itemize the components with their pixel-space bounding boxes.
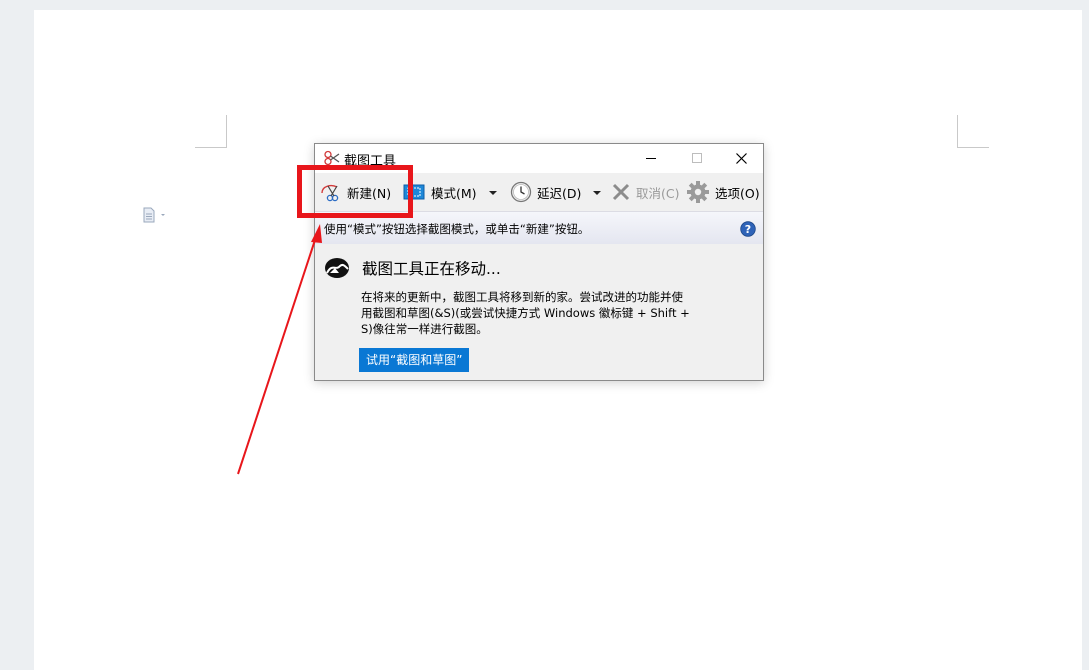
close-icon: [736, 153, 747, 164]
options-label: 选项(O): [715, 185, 760, 201]
clock-icon: [510, 181, 532, 203]
cancel-button[interactable]: 取消(C): [611, 179, 679, 205]
close-x-icon: [612, 183, 630, 201]
info-text: 使用“模式”按钮选择截图模式，或单击“新建”按钮。: [324, 222, 590, 236]
gear-icon: [687, 181, 709, 203]
minimize-button[interactable]: [629, 144, 674, 173]
notice-line: 在将来的更新中，截图工具将移到新的家。尝试改进的功能并使: [361, 290, 683, 304]
delay-button[interactable]: 延迟(D): [510, 179, 581, 205]
minimize-icon: [646, 158, 656, 159]
svg-text:?: ?: [745, 223, 751, 236]
highlight-box: [297, 165, 413, 218]
notice-heading: 截图工具正在移动...: [362, 260, 501, 278]
notice-paragraph: 在将来的更新中，截图工具将移到新的家。尝试改进的功能并使 用截图和草图(&S)(…: [361, 289, 721, 337]
help-icon[interactable]: ?: [740, 221, 756, 237]
notice-line: 用截图和草图(&S)(或尝试快捷方式 Windows 徽标键 + Shift +: [361, 306, 690, 320]
notice-panel: 截图工具正在移动... 在将来的更新中，截图工具将移到新的家。尝试改进的功能并使…: [315, 244, 763, 380]
cancel-label: 取消(C): [636, 185, 680, 201]
scissors-icon: [324, 150, 340, 166]
margin-corner-left: [195, 115, 227, 148]
options-button[interactable]: 选项(O): [686, 179, 760, 205]
margin-corner-right: [957, 115, 989, 148]
maximize-button[interactable]: [674, 144, 719, 173]
mode-label: 模式(M): [431, 185, 477, 201]
notice-line: S)像往常一样进行截图。: [361, 322, 488, 336]
snip-sketch-icon: [325, 258, 349, 278]
maximize-icon: [692, 153, 702, 163]
document-icon[interactable]: [142, 207, 168, 223]
mode-button[interactable]: 模式(M): [403, 179, 477, 205]
delay-dropdown-arrow[interactable]: [592, 189, 602, 197]
delay-label: 延迟(D): [537, 185, 582, 201]
close-button[interactable]: [719, 144, 764, 173]
try-snip-sketch-button[interactable]: 试用“截图和草图”: [359, 348, 470, 372]
mode-dropdown-arrow[interactable]: [488, 189, 498, 197]
